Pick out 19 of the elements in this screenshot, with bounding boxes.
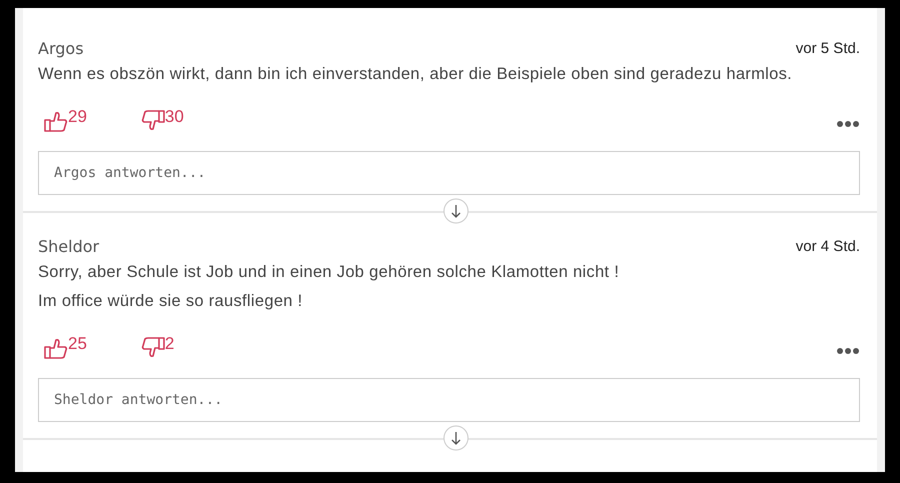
comment-text: Sorry, aber Schule ist Job und in einen Job gehören solche Klamotten nicht !	[38, 262, 620, 283]
reply-field[interactable]: Argos antworten...	[38, 151, 860, 195]
author-name: Argos	[38, 39, 84, 58]
thumbs-down-icon	[140, 337, 165, 359]
timestamp: vor 4 Std.	[796, 238, 860, 255]
more-icon[interactable]	[836, 347, 860, 355]
reply-field[interactable]: Sheldor antworten...	[38, 378, 860, 422]
dislike-button[interactable]: 2	[134, 337, 176, 359]
comment-text: Im office würde sie so rausfliegen !	[38, 291, 304, 312]
like-button[interactable]: 29	[38, 110, 89, 132]
thumbs-up-icon	[44, 337, 68, 359]
dislike-button[interactable]: 30	[134, 110, 186, 132]
like-button[interactable]: 25	[38, 337, 89, 359]
thumbs-up-icon	[44, 110, 68, 132]
comment-text: Wenn es obszön wirkt, dann bin ich einverstanden, aber die Beispiele oben sind geradezu harmlos.	[38, 64, 794, 85]
author-name: Sheldor	[38, 237, 100, 256]
more-icon[interactable]	[836, 120, 860, 128]
timestamp: vor 5 Std.	[796, 40, 860, 57]
thumbs-down-icon	[140, 110, 165, 132]
